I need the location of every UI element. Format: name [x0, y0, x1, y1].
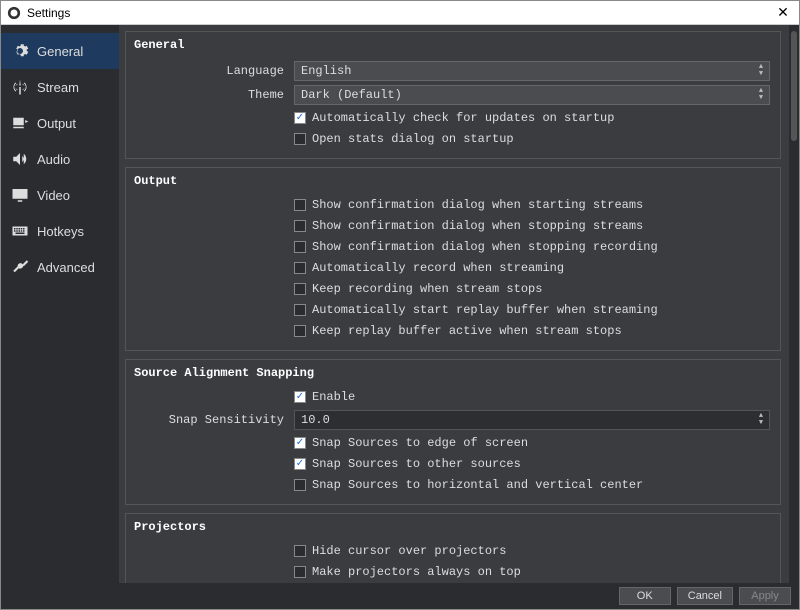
conf-start-checkbox[interactable]	[294, 199, 306, 211]
snap-edge-checkbox[interactable]	[294, 437, 306, 449]
hide-cursor-checkbox[interactable]	[294, 545, 306, 557]
theme-label: Theme	[136, 88, 294, 102]
snap-other-checkbox[interactable]	[294, 458, 306, 470]
sidebar-item-video[interactable]: Video	[1, 177, 119, 213]
output-icon	[11, 114, 29, 132]
cancel-button[interactable]: Cancel	[677, 587, 733, 605]
sidebar-item-audio[interactable]: Audio	[1, 141, 119, 177]
sidebar-item-advanced[interactable]: Advanced	[1, 249, 119, 285]
group-general: General Language English ▲▼	[125, 31, 781, 159]
group-output: Output Show confirmation dialog when sta…	[125, 167, 781, 351]
sidebar-item-hotkeys[interactable]: Hotkeys	[1, 213, 119, 249]
antenna-icon	[11, 78, 29, 96]
footer: OK Cancel Apply	[1, 583, 799, 609]
auto-replay-checkbox[interactable]	[294, 304, 306, 316]
window-title: Settings	[27, 6, 773, 20]
gear-icon	[11, 42, 29, 60]
apply-button[interactable]: Apply	[739, 587, 791, 605]
settings-window: Settings ✕ General Stream Output Audio	[0, 0, 800, 610]
group-title: Output	[126, 168, 780, 190]
snap-sens-label: Snap Sensitivity	[136, 413, 294, 427]
open-stats-label: Open stats dialog on startup	[312, 132, 514, 146]
conf-stop-checkbox[interactable]	[294, 220, 306, 232]
group-title: General	[126, 32, 780, 54]
auto-update-label: Automatically check for updates on start…	[312, 111, 614, 125]
sidebar: General Stream Output Audio Video Hotkey…	[1, 25, 119, 583]
speaker-icon	[11, 150, 29, 168]
always-top-checkbox[interactable]	[294, 566, 306, 578]
group-title: Projectors	[126, 514, 780, 536]
ok-button[interactable]: OK	[619, 587, 671, 605]
content: General Language English ▲▼	[119, 25, 789, 583]
open-stats-checkbox[interactable]	[294, 133, 306, 145]
language-select[interactable]: English ▲▼	[294, 61, 770, 81]
titlebar: Settings ✕	[1, 1, 799, 25]
sidebar-item-label: Audio	[37, 152, 70, 167]
snap-center-checkbox[interactable]	[294, 479, 306, 491]
sidebar-item-output[interactable]: Output	[1, 105, 119, 141]
close-button[interactable]: ✕	[773, 4, 793, 21]
snap-enable-checkbox[interactable]	[294, 391, 306, 403]
sidebar-item-label: Output	[37, 116, 76, 131]
theme-select[interactable]: Dark (Default) ▲▼	[294, 85, 770, 105]
sidebar-item-label: Hotkeys	[37, 224, 84, 239]
auto-update-checkbox[interactable]	[294, 112, 306, 124]
group-title: Source Alignment Snapping	[126, 360, 780, 382]
snap-sens-input[interactable]: 10.0 ▲▼	[294, 410, 770, 430]
spinner-icon: ▲▼	[755, 62, 767, 80]
group-projectors: Projectors Hide cursor over projectors M…	[125, 513, 781, 583]
scrollbar[interactable]	[789, 25, 799, 583]
spinner-icon: ▲▼	[755, 411, 767, 429]
app-icon	[7, 6, 21, 20]
keep-rec-checkbox[interactable]	[294, 283, 306, 295]
content-wrap: General Language English ▲▼	[119, 25, 799, 583]
keyboard-icon	[11, 222, 29, 240]
sidebar-item-label: General	[37, 44, 83, 59]
language-label: Language	[136, 64, 294, 78]
tools-icon	[11, 258, 29, 276]
window-body: General Stream Output Audio Video Hotkey…	[1, 25, 799, 583]
keep-replay-checkbox[interactable]	[294, 325, 306, 337]
conf-stop-rec-checkbox[interactable]	[294, 241, 306, 253]
spinner-icon: ▲▼	[755, 86, 767, 104]
sidebar-item-label: Stream	[37, 80, 79, 95]
sidebar-item-label: Video	[37, 188, 70, 203]
monitor-icon	[11, 186, 29, 204]
auto-record-checkbox[interactable]	[294, 262, 306, 274]
scrollbar-thumb[interactable]	[791, 31, 797, 141]
sidebar-item-label: Advanced	[37, 260, 95, 275]
group-snapping: Source Alignment Snapping Enable Snap Se…	[125, 359, 781, 505]
sidebar-item-stream[interactable]: Stream	[1, 69, 119, 105]
sidebar-item-general[interactable]: General	[1, 33, 119, 69]
